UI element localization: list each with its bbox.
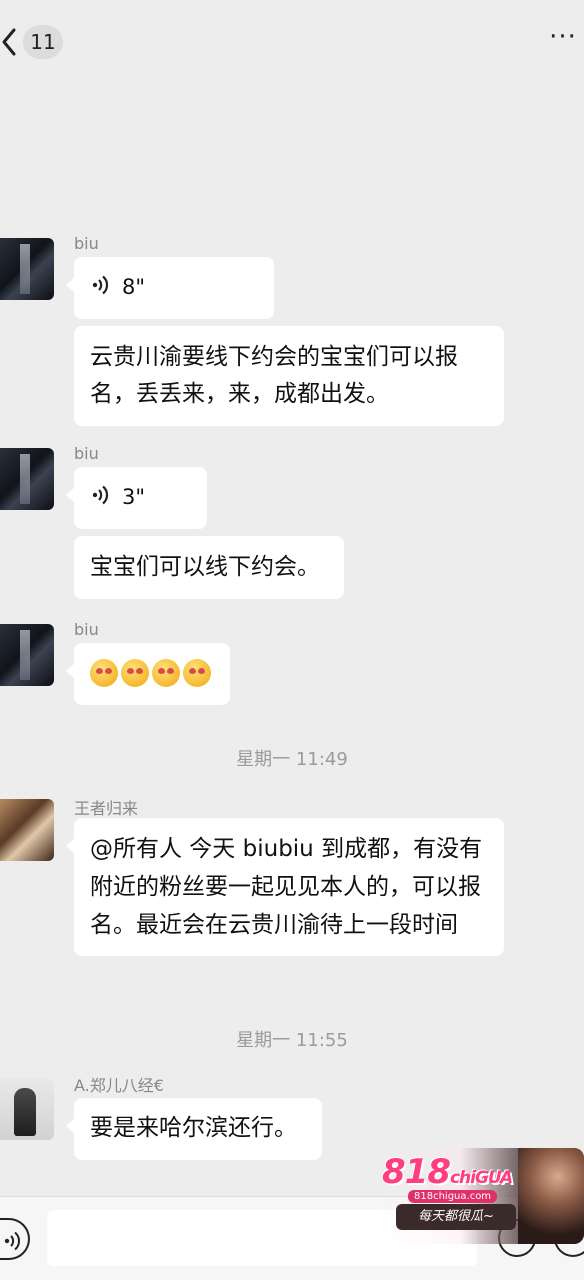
- avatar[interactable]: [0, 238, 54, 300]
- sender-name: biu: [74, 620, 99, 639]
- back-button[interactable]: [0, 22, 22, 62]
- voice-duration: 8": [122, 275, 146, 299]
- watermark-logo: 818chiGUA 818chigua.com 每天都很瓜~: [378, 1148, 584, 1244]
- avatar[interactable]: [0, 799, 54, 861]
- sender-name: A.郑儿八经€: [74, 1076, 164, 1095]
- timestamp: 星期一 11:49: [236, 749, 348, 770]
- chevron-left-icon: [2, 28, 16, 56]
- heart-eyes-emoji-icon: [121, 659, 149, 687]
- voice-wave-icon: [92, 270, 110, 306]
- voice-input-icon: [4, 1231, 21, 1251]
- voice-wave-icon: [92, 480, 110, 516]
- watermark-brand: 818chiGUA: [382, 1152, 513, 1192]
- timestamp: 星期一 11:55: [236, 1030, 348, 1051]
- voice-message[interactable]: 3": [66, 467, 207, 529]
- chat-header: 11 ···: [0, 0, 584, 86]
- heart-eyes-emoji-icon: [183, 659, 211, 687]
- voice-message[interactable]: 8": [66, 257, 274, 319]
- text-message[interactable]: @所有人 今天 biubiu 到成都，有没有附近的粉丝要一起见见本人的，可以报名…: [66, 818, 504, 956]
- text-message[interactable]: 要是来哈尔滨还行。: [66, 1098, 322, 1160]
- voice-input-button[interactable]: [0, 1218, 30, 1260]
- watermark-domain: 818chigua.com: [408, 1190, 498, 1203]
- emoji-message[interactable]: [66, 643, 230, 705]
- sender-name: biu: [74, 234, 99, 253]
- watermark-slogan: 每天都很瓜~: [396, 1204, 516, 1230]
- more-options-button[interactable]: ···: [548, 24, 578, 54]
- sender-name: 王者归来: [74, 799, 139, 818]
- heart-eyes-emoji-icon: [90, 659, 118, 687]
- sender-name: biu: [74, 444, 99, 463]
- avatar[interactable]: [0, 1078, 54, 1140]
- avatar[interactable]: [0, 624, 54, 686]
- voice-duration: 3": [122, 485, 146, 509]
- heart-eyes-emoji-icon: [152, 659, 180, 687]
- text-message[interactable]: 宝宝们可以线下约会。: [74, 536, 344, 599]
- unread-count-badge[interactable]: 11: [23, 25, 63, 59]
- watermark-photo: [518, 1148, 584, 1244]
- avatar[interactable]: [0, 448, 54, 510]
- text-message[interactable]: 云贵川渝要线下约会的宝宝们可以报名，丢丢来，来，成都出发。: [74, 326, 504, 426]
